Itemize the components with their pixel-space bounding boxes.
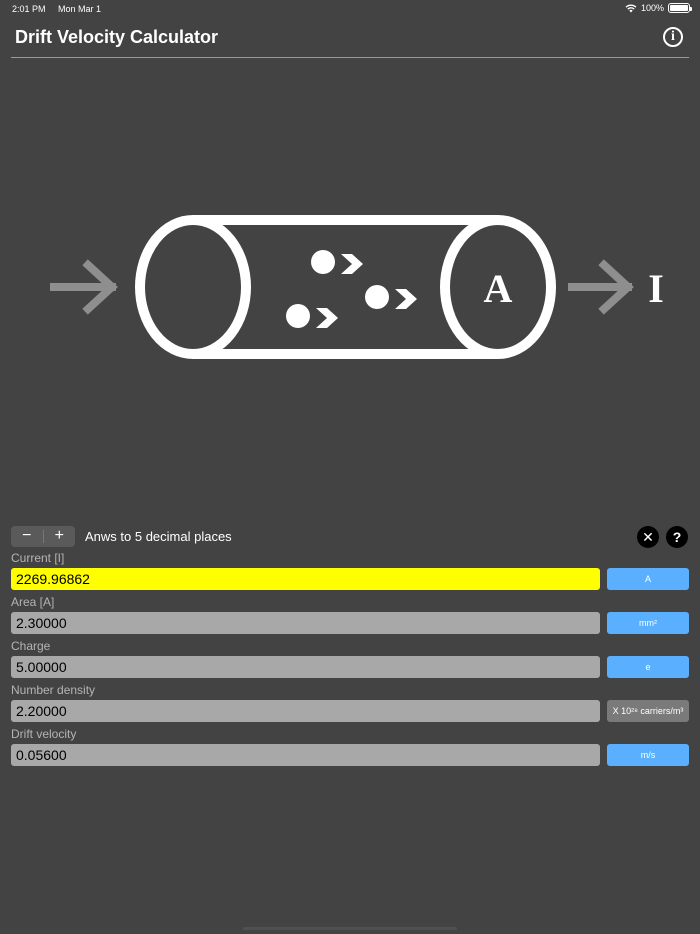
number-density-unit-button[interactable]: X 10²⁸ carriers/m³ [607,700,689,722]
precision-controls: − + Anws to 5 decimal places ✕ ? [11,526,691,548]
battery-icon [668,3,692,13]
page-title: Drift Velocity Calculator [15,27,219,47]
area-label: A [484,266,513,311]
nav-bar: Drift Velocity Calculator i [0,18,700,58]
increment-button[interactable]: + [44,526,76,547]
charge-input[interactable]: 5.00000 [11,656,600,678]
number-density-label-text: Number density [11,683,96,697]
number-density-input[interactable]: 2.20000 [11,700,600,722]
home-indicator[interactable] [243,927,457,930]
charge-unit-button[interactable]: e [607,656,689,678]
clear-button[interactable]: ✕ [637,526,659,548]
current-unit-button[interactable]: A [607,568,689,590]
drift-velocity-diagram: A I [50,215,664,359]
status-date: Mon Mar 1 [58,4,102,14]
input-arrow-icon [50,259,118,315]
battery-percent: 100% [640,3,664,13]
area-label-text: Area [A] [11,595,55,609]
divider [11,57,689,58]
area-input[interactable]: 2.30000 [11,612,600,634]
help-icon: ? [672,529,682,545]
current-label-text: Current [I] [11,551,65,565]
close-icon: ✕ [642,528,654,545]
charge-label-text: Charge [11,639,51,653]
output-arrow-icon [568,259,634,315]
area-unit-button[interactable]: mm² [607,612,689,634]
decimal-places-label: Anws to 5 decimal places [85,529,232,544]
help-button[interactable]: ? [666,526,688,548]
decrement-button[interactable]: − [11,526,43,547]
info-icon[interactable]: i [663,27,683,47]
decimal-stepper[interactable]: − + [11,526,75,547]
wifi-icon [625,4,637,12]
drift-velocity-input[interactable]: 0.05600 [11,744,600,766]
current-input[interactable]: 2269.96862 [11,568,600,590]
current-label: I [648,266,664,311]
charge-carriers [286,250,417,328]
drift-velocity-label-text: Drift velocity [11,727,77,741]
status-bar: 2:01 PM Mon Mar 1 100% [0,0,700,18]
status-time: 2:01 PM [12,4,46,14]
drift-velocity-unit-button[interactable]: m/s [607,744,689,766]
